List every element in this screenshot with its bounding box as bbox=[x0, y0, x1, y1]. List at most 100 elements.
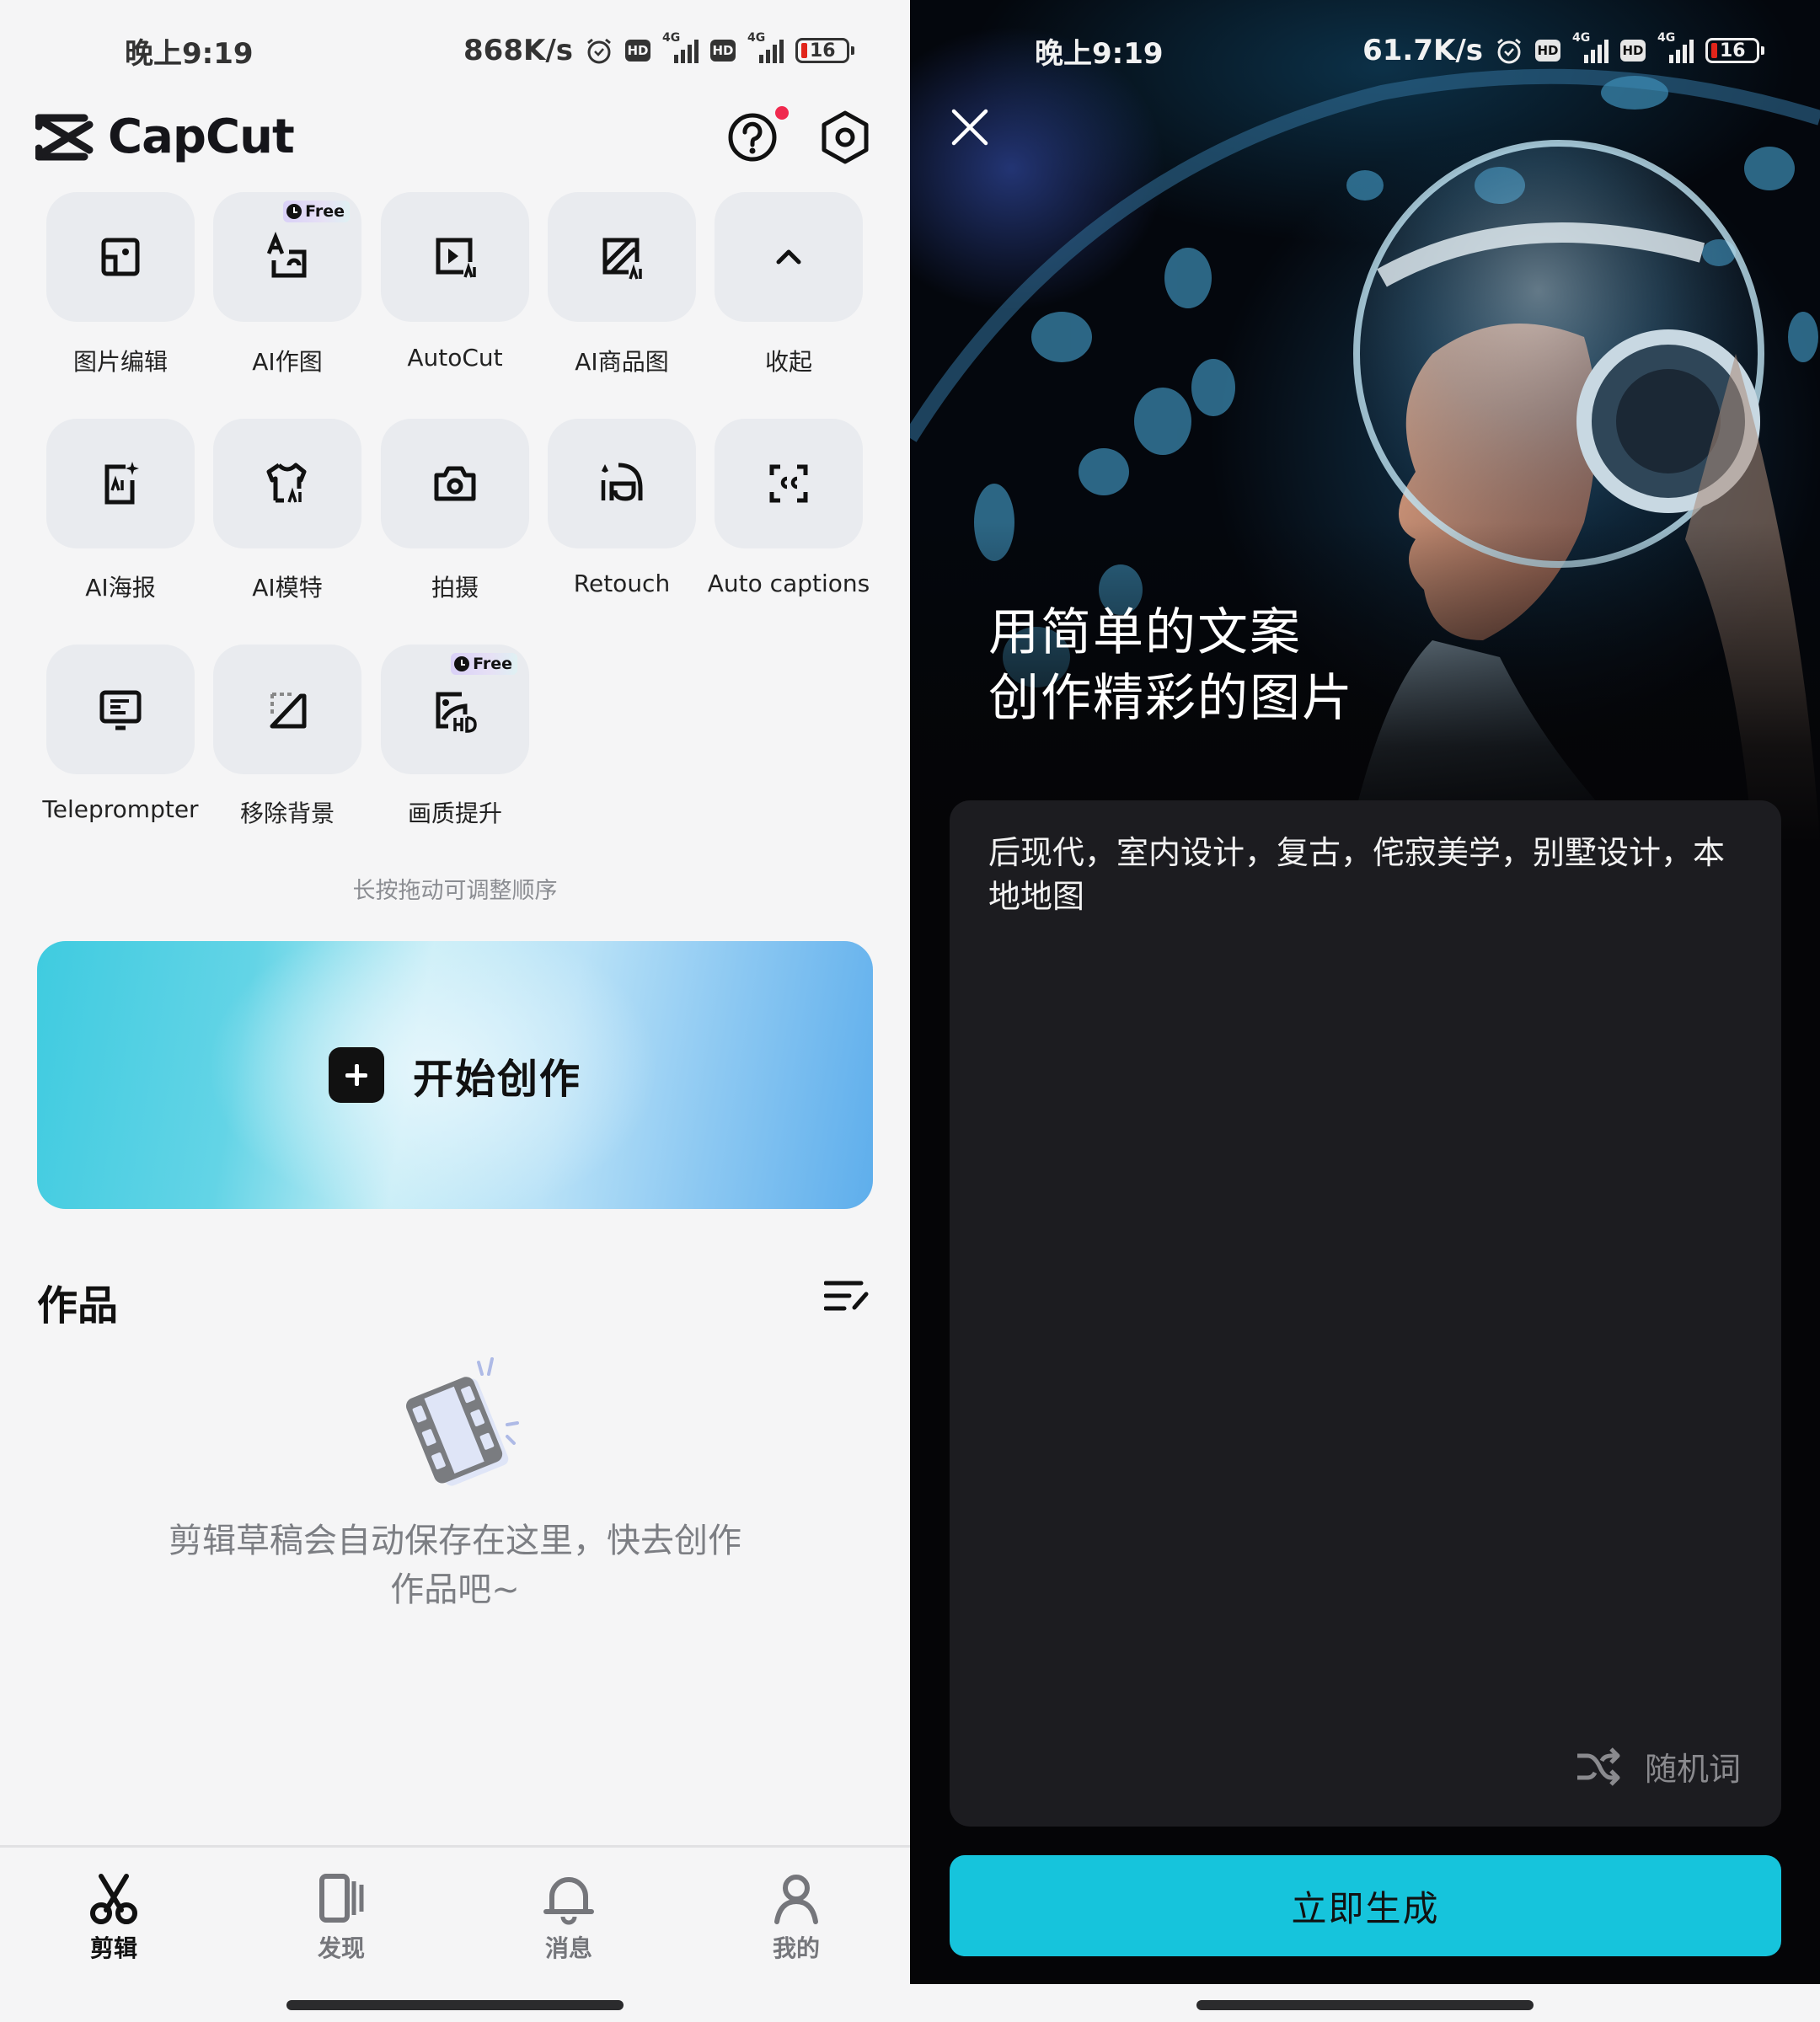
settings-icon[interactable] bbox=[819, 110, 871, 165]
autocut-icon bbox=[436, 238, 476, 278]
network-speed: 61.7K/s bbox=[1362, 34, 1483, 67]
alarm-icon bbox=[1495, 36, 1523, 65]
tool-tile[interactable] bbox=[715, 419, 863, 548]
tool-tile[interactable] bbox=[213, 419, 361, 548]
ai-model-icon bbox=[266, 463, 307, 503]
photo-edit-icon bbox=[101, 238, 140, 276]
status-bar: 晚上9:19 61.7K/s HD 4G HD 4G 16 bbox=[910, 27, 1820, 74]
remove-bg-icon bbox=[270, 693, 307, 729]
start-creating-button[interactable]: 开始创作 bbox=[37, 941, 873, 1209]
signal-icon: 4G bbox=[1572, 31, 1609, 63]
tool-label: 图片编辑 bbox=[72, 348, 168, 376]
start-creating-label: 开始创作 bbox=[412, 1056, 581, 1103]
manage-list-icon[interactable] bbox=[824, 1279, 870, 1313]
tool-label: AutoCut bbox=[407, 344, 503, 372]
notification-dot bbox=[775, 106, 789, 120]
tool-tile[interactable] bbox=[213, 645, 361, 774]
tab-discover[interactable]: 发现 bbox=[257, 1873, 426, 1964]
tool-label: AI作图 bbox=[252, 348, 323, 376]
tool-label: Retouch bbox=[573, 570, 671, 597]
hd-voice-icon: HD bbox=[1620, 40, 1646, 62]
tool-label: 移除背景 bbox=[239, 800, 335, 827]
ai-draw-icon bbox=[266, 232, 307, 278]
status-bar: 晚上9:19 868K/s HD 4G HD 4G 16 bbox=[0, 27, 910, 74]
capcut-logo-icon bbox=[35, 114, 94, 160]
ai-image-generator-screen: 晚上9:19 61.7K/s HD 4G HD 4G 16 用简单的文案 创作精… bbox=[910, 0, 1820, 1984]
help-icon[interactable] bbox=[726, 111, 779, 163]
home-indicator[interactable] bbox=[1196, 2000, 1534, 2010]
tool-tile[interactable] bbox=[548, 192, 696, 322]
home-indicator[interactable] bbox=[286, 2000, 624, 2010]
free-badge: Free bbox=[451, 653, 517, 675]
tool-label: 拍摄 bbox=[431, 574, 479, 602]
camera-icon bbox=[434, 466, 476, 501]
prompt-input[interactable]: 后现代，室内设计，复古，侘寂美学，别墅设计，本地地图 随机词 bbox=[950, 800, 1781, 1827]
free-badge-label: Free bbox=[473, 655, 512, 673]
tab-label: 发现 bbox=[317, 1934, 365, 1962]
tab-label: 消息 bbox=[544, 1934, 592, 1962]
discover-icon bbox=[319, 1874, 364, 1923]
empty-message-line: 剪辑草稿会自动保存在这里，快去创作 bbox=[169, 1522, 741, 1560]
battery-level: 16 bbox=[1720, 40, 1746, 62]
retouch-icon bbox=[601, 463, 643, 501]
tab-label: 剪辑 bbox=[89, 1934, 137, 1962]
tool-label: AI海报 bbox=[85, 574, 156, 602]
tool-tile[interactable]: Free bbox=[381, 645, 529, 774]
teleprompter-icon bbox=[99, 690, 142, 730]
battery-icon: 16 bbox=[795, 38, 854, 63]
scissors-icon bbox=[90, 1874, 137, 1924]
tool-tile[interactable] bbox=[548, 419, 696, 548]
shuffle-icon bbox=[1576, 1747, 1620, 1786]
tool-label: Auto captions bbox=[707, 570, 870, 597]
right-nav-area bbox=[910, 1984, 1820, 2022]
random-words-button[interactable]: 随机词 bbox=[1574, 1743, 1741, 1789]
hd-voice-icon: HD bbox=[1535, 40, 1560, 62]
status-time: 晚上9:19 bbox=[1035, 36, 1164, 71]
battery-level: 16 bbox=[810, 40, 836, 62]
close-icon[interactable] bbox=[950, 108, 989, 147]
reorder-hint: 长按拖动可调整顺序 bbox=[352, 878, 558, 904]
tab-edit[interactable]: 剪辑 bbox=[29, 1873, 198, 1964]
status-time: 晚上9:19 bbox=[125, 36, 254, 71]
network-speed: 868K/s bbox=[463, 34, 573, 67]
tool-label: AI模特 bbox=[252, 574, 323, 602]
tool-tile[interactable] bbox=[715, 192, 863, 322]
plus-icon bbox=[328, 1047, 384, 1103]
alarm-icon bbox=[585, 36, 613, 65]
bottom-tab-bar: 剪辑 发现 消息 我的 bbox=[0, 1845, 910, 2022]
tab-label: 我的 bbox=[772, 1934, 820, 1962]
captions-icon bbox=[769, 464, 808, 503]
ai-poster-icon bbox=[104, 462, 139, 505]
free-badge: Free bbox=[283, 201, 350, 222]
tool-tile[interactable] bbox=[46, 192, 195, 322]
tool-tile[interactable] bbox=[381, 419, 529, 548]
signal-icon: 4G bbox=[747, 31, 784, 63]
empty-message-line: 作品吧~ bbox=[390, 1570, 520, 1609]
tool-tile[interactable] bbox=[46, 419, 195, 548]
chevron-up-icon bbox=[776, 249, 801, 265]
generate-now-button[interactable]: 立即生成 bbox=[950, 1855, 1781, 1956]
tool-label: AI商品图 bbox=[575, 348, 669, 376]
signal-icon: 4G bbox=[1657, 31, 1694, 63]
empty-drafts-illustration bbox=[405, 1357, 519, 1486]
hero-title: 用简单的文案 创作精彩的图片 bbox=[988, 600, 1354, 731]
clock-icon bbox=[286, 204, 302, 219]
random-words-label: 随机词 bbox=[1644, 1751, 1741, 1788]
tab-profile[interactable]: 我的 bbox=[712, 1873, 881, 1964]
tool-tile[interactable]: Free bbox=[213, 192, 361, 322]
tool-label: 画质提升 bbox=[407, 800, 502, 827]
tool-label: 收起 bbox=[764, 348, 812, 376]
tool-tile[interactable] bbox=[46, 645, 195, 774]
bell-icon bbox=[543, 1877, 594, 1925]
prompt-text[interactable]: 后现代，室内设计，复古，侘寂美学，别墅设计，本地地图 bbox=[988, 831, 1747, 918]
capcut-logo: CapCut bbox=[35, 110, 295, 164]
empty-drafts-message: 剪辑草稿会自动保存在这里，快去创作 作品吧~ bbox=[118, 1516, 792, 1614]
hero-title-line: 用简单的文案 bbox=[988, 603, 1302, 662]
tool-label: Teleprompter bbox=[42, 795, 199, 823]
hd-voice-icon: HD bbox=[625, 40, 650, 62]
works-title: 作品 bbox=[37, 1282, 119, 1329]
tool-tile[interactable] bbox=[381, 192, 529, 322]
signal-icon: 4G bbox=[662, 31, 699, 63]
tab-messages[interactable]: 消息 bbox=[484, 1873, 653, 1964]
clock-icon bbox=[454, 656, 470, 671]
